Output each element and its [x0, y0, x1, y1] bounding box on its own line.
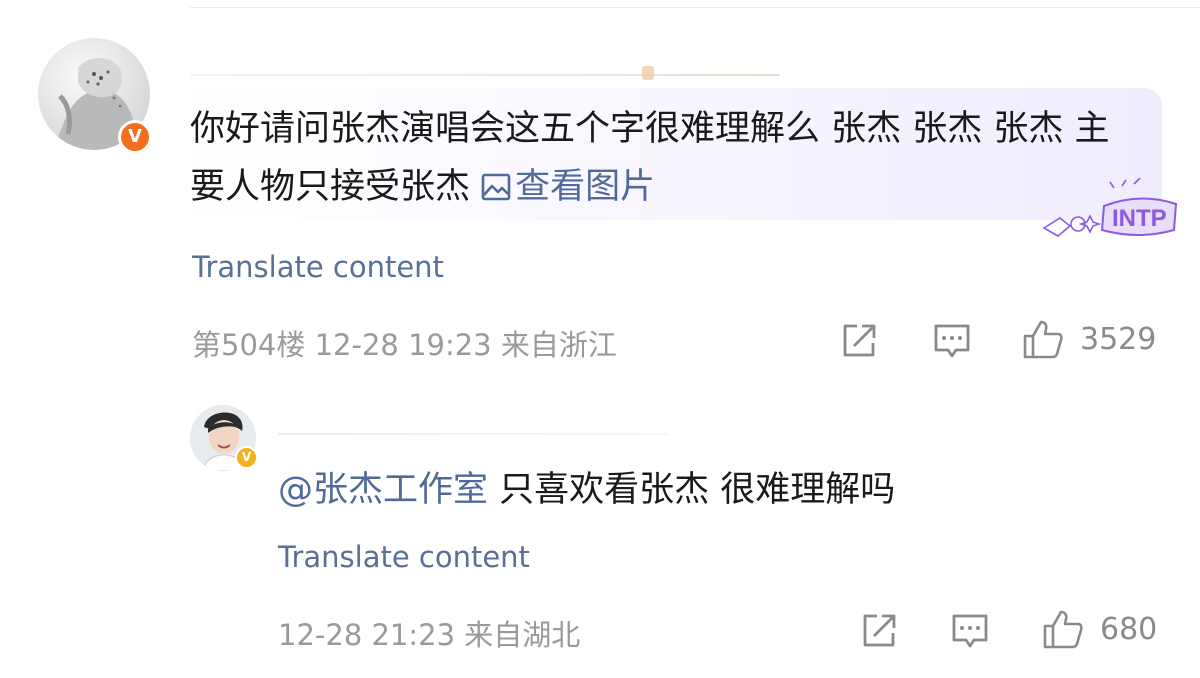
share-icon [863, 614, 896, 647]
comment-icon [952, 614, 988, 648]
divider [190, 7, 1200, 8]
reply-text: @张杰工作室 只喜欢看张杰 很难理解吗 [278, 465, 895, 515]
commenter-name-redacted [190, 62, 780, 84]
translate-content-link[interactable]: Translate content [278, 540, 530, 574]
reply-time: 12-28 21:23 [278, 618, 456, 652]
comment-location: 来自浙江 [500, 328, 617, 362]
comment-icon [934, 324, 970, 358]
share-button[interactable] [860, 612, 898, 650]
reply-meta: 12-28 21:23 来自湖北 [278, 612, 580, 654]
share-button[interactable] [840, 322, 878, 360]
like-button[interactable]: 3529 [1022, 318, 1156, 360]
mention-link[interactable]: @张杰工作室 [278, 470, 488, 510]
like-count: 3529 [1080, 321, 1157, 357]
comment-text: 你好请问张杰演唱会这五个字很难理解么 张杰 张杰 张杰 主要人物只接受张杰 查看… [190, 100, 1120, 216]
sticker-label: INTP [1112, 205, 1167, 232]
share-icon [843, 324, 876, 357]
reply-body: 只喜欢看张杰 很难理解吗 [488, 470, 896, 510]
like-button[interactable]: 680 [1042, 608, 1157, 650]
verified-badge: V [235, 446, 258, 469]
view-image-label: 查看图片 [515, 167, 656, 207]
intp-sticker: INTP [1042, 178, 1178, 237]
reply-location: 来自湖北 [464, 618, 581, 652]
translate-content-link[interactable]: Translate content [192, 250, 444, 284]
verified-badge: V [118, 120, 152, 154]
view-image-link[interactable]: 查看图片 [481, 167, 655, 207]
comment-button[interactable] [950, 612, 990, 650]
comment-time: 12-28 19:23 [314, 328, 492, 362]
image-icon [481, 173, 511, 201]
comment-meta: 第504楼 12-28 19:23 来自浙江 [192, 322, 617, 364]
thumbs-up-icon [1023, 320, 1063, 359]
floor-number: 第504楼 [192, 328, 306, 362]
like-count: 680 [1100, 611, 1158, 647]
replier-name-redacted [278, 433, 668, 435]
thumbs-up-icon [1043, 610, 1083, 649]
comment-button[interactable] [932, 322, 972, 360]
